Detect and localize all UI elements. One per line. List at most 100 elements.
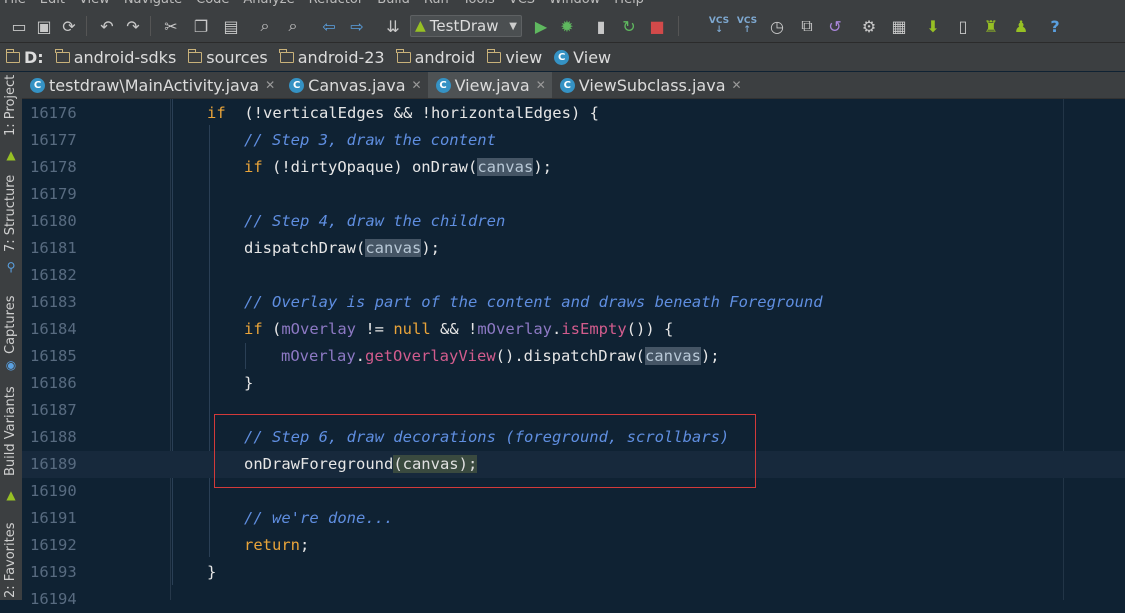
- android-icon[interactable]: ♟: [1010, 14, 1032, 38]
- tab-label: testdraw\MainActivity.java: [49, 75, 260, 95]
- menu-item-tools[interactable]: Tools: [463, 0, 495, 7]
- code-text: // Step 3, draw the content: [244, 127, 496, 154]
- project-structure-icon[interactable]: ▦: [888, 14, 910, 38]
- menu-item-run[interactable]: Run: [424, 0, 449, 7]
- menu-item-file[interactable]: File: [4, 0, 26, 7]
- menu-item-window[interactable]: Window: [549, 0, 600, 7]
- copy-icon[interactable]: ❐: [190, 14, 212, 38]
- code-token: mOverlay: [281, 320, 356, 338]
- code-text: // we're done...: [244, 505, 393, 532]
- code-token: && !: [430, 320, 478, 338]
- project-tool-button[interactable]: 1: Project ▲: [0, 75, 22, 166]
- menu-item-code[interactable]: Code: [196, 0, 229, 7]
- code-token: .: [355, 347, 365, 365]
- avd-manager-icon[interactable]: ▯: [952, 14, 974, 38]
- editor-tab[interactable]: C View.java ✕: [427, 72, 552, 98]
- stop-icon[interactable]: ■: [646, 14, 668, 38]
- back-icon[interactable]: ⇦: [318, 14, 340, 38]
- menu-item-analyze[interactable]: Analyze: [243, 0, 294, 7]
- menu-item-vcs[interactable]: VCS: [509, 0, 535, 7]
- breadcrumb-label: android: [414, 47, 476, 67]
- android-device-monitor-icon[interactable]: ♜: [980, 14, 1002, 38]
- replace-icon[interactable]: ⌕: [282, 14, 304, 38]
- android-icon: ▲: [6, 488, 16, 502]
- code-token: !=: [356, 320, 394, 338]
- code-token: );: [700, 347, 720, 365]
- code-token: .: [551, 320, 562, 338]
- favorites-tool-button[interactable]: 2: Favorites: [0, 522, 22, 600]
- debug-icon[interactable]: ✹: [556, 14, 578, 38]
- code-token: // Step 3, draw the content: [244, 131, 496, 149]
- line-number: 16176: [30, 104, 77, 122]
- code-text: if (!verticalEdges && !horizontalEdges) …: [207, 100, 599, 127]
- revert-icon[interactable]: ↺: [824, 14, 846, 38]
- code-token: canvas: [644, 347, 701, 365]
- captures-tool-button[interactable]: Captures ◉: [0, 294, 22, 374]
- breadcrumb-item[interactable]: android: [391, 47, 476, 67]
- breadcrumb-item[interactable]: android-23: [274, 48, 385, 67]
- code-token: if: [244, 320, 263, 338]
- make-project-icon[interactable]: ⇊: [382, 14, 404, 38]
- vcs-update-icon[interactable]: VCS ↓: [708, 14, 730, 38]
- code-line: 16178 if (!dirtyOpaque) onDraw(canvas);: [22, 154, 1125, 181]
- structure-tool-button[interactable]: 7: Structure ⚲: [0, 175, 22, 276]
- toolbar-separator: [678, 16, 679, 36]
- code-line: 16192 return;: [22, 532, 1125, 559]
- editor-tab[interactable]: Ctestdraw\MainActivity.java ✕: [22, 72, 281, 98]
- code-line: 16186}: [22, 370, 1125, 397]
- code-token: ().dispatchDraw(: [495, 347, 645, 365]
- compare-icon[interactable]: ⧉: [796, 14, 818, 38]
- find-icon[interactable]: ⌕: [254, 14, 276, 38]
- code-line: 16193}: [22, 559, 1125, 586]
- cut-icon[interactable]: ✂: [160, 14, 182, 38]
- redo-icon[interactable]: ↷: [122, 14, 144, 38]
- menu-item-help[interactable]: Help: [614, 0, 644, 7]
- breadcrumb: D: android-sdks sources android-23 android vi…: [0, 43, 1125, 71]
- breadcrumb-item[interactable]: C View: [548, 48, 611, 67]
- menu-item-build[interactable]: Build: [377, 0, 410, 7]
- toolbar-separator: [86, 16, 87, 36]
- close-tab-icon[interactable]: ✕: [536, 78, 546, 92]
- menu-item-refactor[interactable]: Refactor: [309, 0, 364, 7]
- open-folder-icon[interactable]: ▭: [8, 14, 30, 38]
- code-token: // we're done...: [244, 509, 394, 527]
- vcs-commit-icon[interactable]: VCS ↑: [736, 14, 758, 38]
- breadcrumb-item[interactable]: view: [481, 48, 542, 67]
- menu-item-view[interactable]: View: [79, 0, 110, 7]
- settings-icon[interactable]: ⚙: [858, 14, 880, 38]
- breadcrumb-item[interactable]: android-sdks: [50, 48, 176, 67]
- code-editor[interactable]: 16176 if (!verticalEdges && !horizontalEd…: [22, 99, 1125, 608]
- close-tab-icon[interactable]: ✕: [732, 78, 742, 92]
- code-token: ()) {: [626, 320, 674, 338]
- editor-tab[interactable]: C ViewSubclass.java ✕: [552, 72, 748, 98]
- undo-icon[interactable]: ↶: [96, 14, 118, 38]
- sdk-manager-icon[interactable]: ⬇: [922, 14, 944, 38]
- paste-icon[interactable]: ▤: [220, 14, 242, 38]
- code-token: if: [244, 158, 263, 176]
- line-number: 16184: [30, 320, 77, 338]
- attach-debugger-icon[interactable]: ▮: [590, 14, 612, 38]
- help-icon[interactable]: ?: [1044, 14, 1066, 38]
- code-text: mOverlay.getOverlayView().dispatchDraw(c…: [281, 343, 720, 370]
- run-icon[interactable]: ▶: [530, 14, 552, 38]
- code-token: canvas: [477, 158, 534, 176]
- menu-bar: File Edit View Navigate Code Analyze Refactor B…: [0, 0, 1125, 7]
- save-icon[interactable]: ▣: [33, 14, 55, 38]
- code-token: null: [393, 320, 431, 338]
- apply-changes-icon[interactable]: ↻: [618, 14, 640, 38]
- sync-icon[interactable]: ⟳: [58, 14, 80, 38]
- breadcrumb-label: android-23: [297, 47, 385, 67]
- breadcrumb-item[interactable]: sources: [182, 48, 268, 67]
- close-tab-icon[interactable]: ✕: [412, 78, 422, 92]
- forward-icon[interactable]: ⇨: [346, 14, 368, 38]
- close-tab-icon[interactable]: ✕: [265, 78, 275, 92]
- history-icon[interactable]: ◷: [766, 14, 788, 38]
- code-line: 16185 mOverlay.getOverlayView().dispatchD…: [22, 343, 1125, 370]
- menu-item-edit[interactable]: Edit: [40, 0, 65, 7]
- breadcrumb-item[interactable]: D:: [0, 48, 44, 67]
- run-configuration-select[interactable]: ▲ TestDraw ▼: [410, 15, 522, 37]
- code-line: 16177 // Step 3, draw the content: [22, 127, 1125, 154]
- menu-item-navigate[interactable]: Navigate: [124, 0, 182, 7]
- editor-tab[interactable]: C Canvas.java ✕: [281, 72, 427, 98]
- build-variants-tool-button[interactable]: Build Variants ▲: [0, 386, 22, 504]
